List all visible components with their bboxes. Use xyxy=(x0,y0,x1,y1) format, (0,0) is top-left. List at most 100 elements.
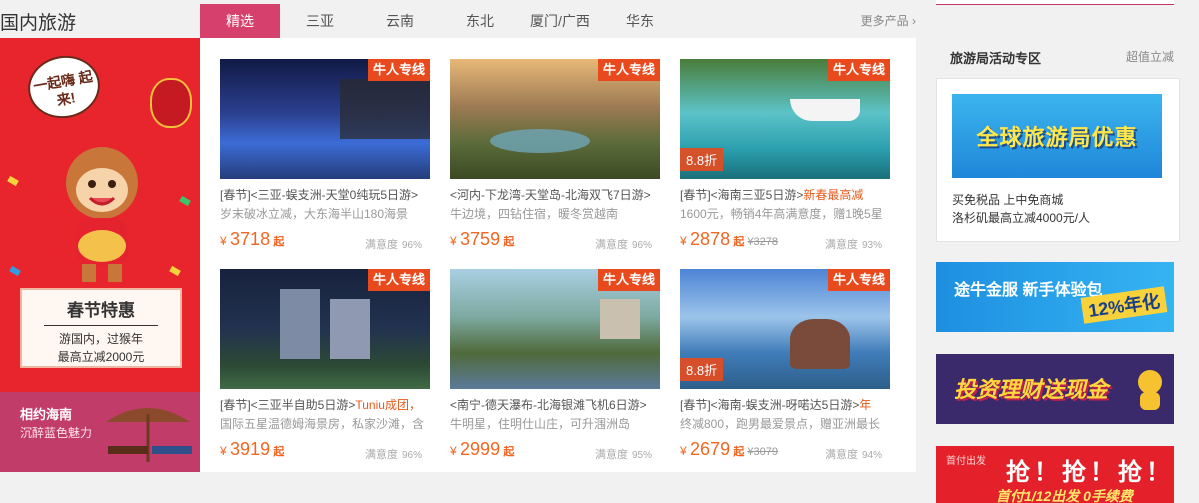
product-grid: 牛人专线 [春节]<三亚-蜈支洲-天堂0纯玩5日游> 岁末破冰立减，大东海半山1… xyxy=(200,38,916,472)
product-image[interactable]: 牛人专线 8.8折 xyxy=(680,269,890,389)
satisfaction-label: 满意度 xyxy=(364,239,398,251)
tab-northeast[interactable]: 东北 xyxy=(440,4,520,38)
more-products-link[interactable]: 更多产品 › xyxy=(861,4,916,38)
product-card[interactable]: 牛人专线 [春节]<三亚半自助5日游>Tuniu成团， 国际五星温德姆海景房，私… xyxy=(220,269,430,469)
title-prefix: [春节] xyxy=(220,188,251,202)
tab-yunnan[interactable]: 云南 xyxy=(360,4,440,38)
satisfaction: 满意度 93% xyxy=(825,236,882,252)
bureau-link-los-angeles[interactable]: 洛杉矶最高立减4000元/人 xyxy=(952,209,1090,226)
tab-featured[interactable]: 精选 xyxy=(200,4,280,38)
satisfaction-value: 95% xyxy=(631,450,652,461)
title-main: <海南三亚5日游> xyxy=(710,188,804,202)
festival-banner[interactable]: 一起嗨 起来! 春节特惠 游国内，过猴年 最高立减2000元 相约海南 沉醉蓝色… xyxy=(0,38,200,472)
product-image[interactable]: 牛人专线 xyxy=(450,59,660,179)
satisfaction: 满意度 94% xyxy=(825,446,882,462)
promo-box: 春节特惠 游国内，过猴年 最高立减2000元 xyxy=(20,288,182,368)
original-price: ¥3278 xyxy=(747,236,779,248)
hainan-sub-banner[interactable]: 相约海南 沉醉蓝色魅力 xyxy=(0,392,200,472)
grab-ad[interactable]: 首付出发 抢！抢！抢！ 首付1/12出发 0手续费 xyxy=(936,446,1174,503)
product-price: ¥ 2999 起 xyxy=(450,439,514,460)
price-suffix: 起 xyxy=(273,236,285,248)
product-tag: 牛人专线 xyxy=(827,269,890,291)
product-subtitle: 岁末破冰立减，大东海半山180海景 xyxy=(220,207,409,221)
currency: ¥ xyxy=(220,234,227,248)
satisfaction: 满意度 96% xyxy=(365,236,422,252)
product-image[interactable]: 牛人专线 8.8折 xyxy=(680,59,890,179)
investment-ad[interactable]: 投资理财送现金 xyxy=(936,354,1174,424)
satisfaction-label: 满意度 xyxy=(364,449,398,461)
tourism-bureau-panel: 旅游局活动专区 超值立减 全球旅游局优惠 买免税品 上中免商城 洛杉矶最高立减4… xyxy=(936,40,1180,242)
satisfaction-label: 满意度 xyxy=(824,449,858,461)
speech-bubble: 一起嗨 起来! xyxy=(23,50,105,124)
mascot-icon xyxy=(1138,370,1162,410)
top-strip xyxy=(936,0,1174,5)
satisfaction-value: 96% xyxy=(631,240,652,251)
product-card[interactable]: 牛人专线 <河内-下龙湾-天堂岛-北海双飞7日游> 牛边境，四钻住宿，暖冬赏越南… xyxy=(450,59,660,259)
bureau-title: 旅游局活动专区 xyxy=(950,51,1042,66)
price-suffix: 起 xyxy=(733,236,745,248)
discount-badge: 8.8折 xyxy=(680,358,724,381)
lantern-icon xyxy=(150,78,192,128)
satisfaction-value: 96% xyxy=(401,240,422,251)
satisfaction-label: 满意度 xyxy=(824,239,858,251)
title-main: <南宁-德天瀑布-北海银滩飞机6日游> xyxy=(450,398,647,412)
title-prefix: [春节] xyxy=(220,398,251,412)
tab-east-china[interactable]: 华东 xyxy=(600,4,680,38)
promo-line-1: 游国内，过猴年 xyxy=(58,332,143,346)
finance-ad-text: 途牛金服 新手体验包 xyxy=(954,282,1103,299)
price-suffix: 起 xyxy=(273,446,285,458)
section-title: 国内旅游 xyxy=(0,13,77,34)
investment-ad-text: 投资理财送现金 xyxy=(954,377,1109,402)
product-image[interactable]: 牛人专线 xyxy=(450,269,660,389)
promo-title: 春节特惠 xyxy=(44,296,158,326)
price-value: 3718 xyxy=(230,229,271,249)
product-card[interactable]: 牛人专线 [春节]<三亚-蜈支洲-天堂0纯玩5日游> 岁末破冰立减，大东海半山1… xyxy=(220,59,430,259)
satisfaction-value: 96% xyxy=(401,450,422,461)
product-card[interactable]: 牛人专线 <南宁-德天瀑布-北海银滩飞机6日游> 牛明星，住明仕山庄，可升涠洲岛… xyxy=(450,269,660,469)
bureau-box: 全球旅游局优惠 买免税品 上中免商城 洛杉矶最高立减4000元/人 xyxy=(936,78,1180,242)
price-value: 3919 xyxy=(230,439,271,459)
monkey-mascot-icon xyxy=(66,147,138,282)
product-price: ¥ 3759 起 xyxy=(450,229,514,250)
bureau-link-duty-free[interactable]: 买免税品 上中免商城 xyxy=(952,191,1063,208)
grab-ad-sub: 首付1/12出发 0手续费 xyxy=(996,488,1133,503)
product-subtitle: 牛边境，四钻住宿，暖冬赏越南 xyxy=(450,207,619,221)
bureau-link[interactable]: 超值立减 xyxy=(1126,48,1174,65)
satisfaction: 满意度 95% xyxy=(595,446,652,462)
price-value: 3759 xyxy=(460,229,501,249)
title-highlight: 年 xyxy=(859,398,872,412)
price-value: 2679 xyxy=(690,439,731,459)
product-price: ¥ 2679 起 ¥3079 xyxy=(680,439,778,460)
product-price: ¥ 3919 起 xyxy=(220,439,284,460)
title-prefix: [春节] xyxy=(680,398,711,412)
price-value: 2999 xyxy=(460,439,501,459)
currency: ¥ xyxy=(450,234,457,248)
product-subtitle: 终减800，跑男最爱景点，赠亚洲最长 xyxy=(680,417,881,431)
product-card[interactable]: 牛人专线 8.8折 [春节]<海南三亚5日游>新春最高减 1600元，畅销4年高… xyxy=(680,59,890,259)
bureau-banner[interactable]: 全球旅游局优惠 xyxy=(952,94,1162,178)
grab-ad-text: 抢！抢！抢！ xyxy=(1006,459,1174,486)
currency: ¥ xyxy=(450,444,457,458)
tab-sanya[interactable]: 三亚 xyxy=(280,4,360,38)
satisfaction-value: 93% xyxy=(861,240,882,251)
product-image[interactable]: 牛人专线 xyxy=(220,269,430,389)
title-highlight: 新春最高减 xyxy=(803,188,864,202)
product-tag: 牛人专线 xyxy=(367,59,430,81)
product-price: ¥ 3718 起 xyxy=(220,229,284,250)
bureau-banner-text: 全球旅游局优惠 xyxy=(976,125,1138,150)
product-tag: 牛人专线 xyxy=(597,269,660,291)
currency: ¥ xyxy=(680,444,687,458)
product-tag: 牛人专线 xyxy=(367,269,430,291)
original-price: ¥3079 xyxy=(747,446,779,458)
satisfaction-label: 满意度 xyxy=(594,449,628,461)
promo-line-2: 最高立减2000元 xyxy=(57,350,145,364)
tab-xiamen-guangxi[interactable]: 厦门/广西 xyxy=(520,4,600,38)
price-suffix: 起 xyxy=(733,446,745,458)
finance-ad[interactable]: 途牛金服 新手体验包 12%年化 xyxy=(936,262,1174,332)
product-image[interactable]: 牛人专线 xyxy=(220,59,430,179)
product-subtitle: 国际五星温德姆海景房，私家沙滩，含 xyxy=(220,417,425,431)
product-card[interactable]: 牛人专线 8.8折 [春节]<海南-蜈支洲-呀喏达5日游>年 终减800，跑男最… xyxy=(680,269,890,469)
product-tag: 牛人专线 xyxy=(827,59,890,81)
product-tag: 牛人专线 xyxy=(597,59,660,81)
title-main: <三亚半自助5日游> xyxy=(250,398,356,412)
